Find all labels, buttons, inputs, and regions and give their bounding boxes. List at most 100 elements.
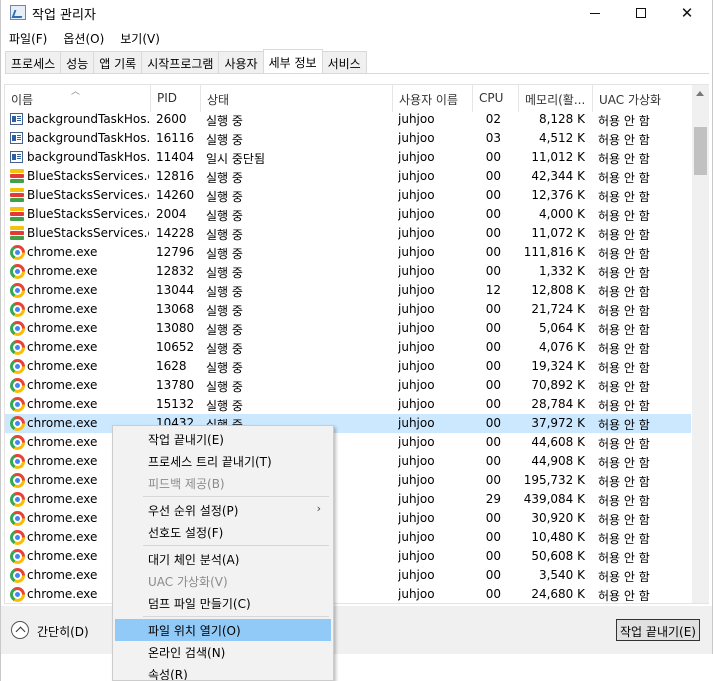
table-row[interactable]: chrome.exe 12796 실행 중 juhjoo 00 111,816 K 허용 안… [5, 243, 691, 262]
table-row[interactable]: backgroundTaskHos... 16116 실행 중 juhjoo 03 4,5… [5, 129, 691, 148]
table-row[interactable]: chrome.exe juhjoo 00 195,732 K 허용 안 함 [5, 471, 691, 490]
table-row[interactable]: chrome.exe juhjoo 00 10,480 K 허용 안 함 [5, 528, 691, 547]
context-menu-item-label: 작업 끝내기(E) [148, 433, 224, 447]
process-name: chrome.exe [27, 302, 98, 316]
table-row[interactable]: BlueStacksServices.e... 14260 실행 중 juhjoo 00… [5, 186, 691, 205]
end-task-button[interactable]: 작업 끝내기(E) [616, 619, 700, 641]
tab-performance[interactable]: 성능 [60, 51, 95, 73]
table-row[interactable]: chrome.exe 10652 실행 중 juhjoo 00 4,076 K 허용 안 함 [5, 338, 691, 357]
process-memory: 4,076 K [538, 340, 585, 354]
process-pid: 2600 [156, 112, 187, 126]
column-header-pid[interactable]: PID [151, 85, 201, 112]
menu-view[interactable]: 보기(V) [112, 28, 168, 48]
chrome-icon [10, 302, 25, 317]
title-bar[interactable]: 작업 관리자 ✕ [1, 0, 712, 26]
table-row[interactable]: BlueStacksServices.e... 12816 실행 중 juhjoo 00… [5, 167, 691, 186]
process-memory: 44,908 K [531, 454, 585, 468]
table-row[interactable]: chrome.exe 1628 실행 중 juhjoo 00 19,324 K 허용 안 함 [5, 357, 691, 376]
column-header-user[interactable]: 사용자 이름 [393, 85, 473, 112]
scroll-up-icon[interactable] [696, 91, 704, 96]
process-user: juhjoo [398, 340, 435, 354]
bluestacks-icon [10, 169, 24, 183]
column-header-memory[interactable]: 메모리(활... [519, 85, 593, 112]
chrome-icon [10, 435, 25, 450]
tab-details[interactable]: 세부 정보 [262, 49, 323, 73]
process-pid: 12832 [156, 264, 195, 278]
process-pid: 14228 [156, 226, 195, 240]
process-user: juhjoo [398, 188, 435, 202]
process-uac: 허용 안 함 [598, 228, 650, 242]
process-memory: 4,000 K [538, 207, 585, 221]
process-user: juhjoo [398, 492, 435, 506]
tab-startup[interactable]: 시작프로그램 [141, 51, 220, 73]
table-row[interactable]: chrome.exe 12832 실행 중 juhjoo 00 1,332 K 허용 안 함 [5, 262, 691, 281]
process-user: juhjoo [398, 150, 435, 164]
collapse-button[interactable]: 간단히(D) [37, 623, 89, 640]
table-row[interactable]: chrome.exe juhjoo 29 439,084 K 허용 안 함 [5, 490, 691, 509]
process-memory: 50,608 K [531, 549, 585, 563]
context-menu-item[interactable]: 덤프 파일 만들기(C) [115, 592, 331, 614]
table-row[interactable]: chrome.exe 13780 실행 중 juhjoo 00 70,892 K 허용 안 … [5, 376, 691, 395]
column-header-name[interactable]: ︿ 이름 [5, 85, 151, 112]
table-row[interactable]: chrome.exe juhjoo 00 44,908 K 허용 안 함 [5, 452, 691, 471]
menu-file[interactable]: 파일(F) [1, 28, 55, 48]
table-row[interactable]: chrome.exe juhjoo 00 30,920 K 허용 안 함 [5, 509, 691, 528]
column-header-status[interactable]: 상태 [201, 85, 393, 112]
tab-app-history[interactable]: 앱 기록 [93, 51, 143, 73]
table-row[interactable]: chrome.exe 13080 실행 중 juhjoo 00 5,064 K 허용 안 함 [5, 319, 691, 338]
context-menu-item[interactable]: 파일 위치 열기(O) [115, 619, 331, 641]
task-host-icon [10, 113, 23, 125]
minimize-button[interactable] [572, 0, 618, 26]
context-menu-item[interactable]: 우선 순위 설정(P) › [115, 499, 331, 521]
context-menu-item[interactable]: 작업 끝내기(E) [115, 428, 331, 450]
vertical-scrollbar[interactable] [692, 85, 709, 603]
context-menu-item: UAC 가상화(V) [115, 570, 331, 592]
menu-options[interactable]: 옵션(O) [55, 28, 112, 48]
table-row[interactable]: chrome.exe 15132 실행 중 juhjoo 00 28,784 K 허용 안 … [5, 395, 691, 414]
table-row[interactable]: chrome.exe juhjoo 00 3,540 K 허용 안 함 [5, 566, 691, 585]
process-cpu: 00 [485, 340, 501, 354]
process-memory: 4,512 K [538, 131, 585, 145]
context-menu-item[interactable]: 선호도 설정(F) [115, 521, 331, 543]
close-button[interactable]: ✕ [664, 0, 710, 26]
column-header-cpu[interactable]: CPU [473, 85, 519, 112]
process-cpu: 29 [485, 492, 501, 506]
table-row[interactable]: backgroundTaskHos... 11404 일시 중단됨 juhjoo 00 1… [5, 148, 691, 167]
tab-processes[interactable]: 프로세스 [5, 51, 62, 73]
maximize-button[interactable] [618, 0, 664, 26]
table-row[interactable]: chrome.exe juhjoo 00 44,608 K 허용 안 함 [5, 433, 691, 452]
process-memory: 12,376 K [531, 188, 585, 202]
tab-services[interactable]: 서비스 [321, 51, 367, 73]
context-menu-item[interactable]: 온라인 검색(N) [115, 641, 331, 663]
collapse-chevron-icon[interactable] [11, 621, 29, 639]
scrollbar-thumb[interactable] [694, 127, 707, 175]
table-row[interactable]: BlueStacksServices.e... 14228 실행 중 juhjoo 00… [5, 224, 691, 243]
process-uac: 허용 안 함 [598, 513, 650, 527]
process-name: chrome.exe [27, 283, 98, 297]
table-row[interactable]: chrome.exe10432실행 중juhjoo0037,972 K허용 안 … [5, 414, 691, 433]
process-cpu: 00 [485, 397, 501, 411]
table-row[interactable]: chrome.exe 13044 실행 중 juhjoo 12 12,808 K 허용 안 … [5, 281, 691, 300]
table-row[interactable]: backgroundTaskHos... 2600 실행 중 juhjoo 02 8,12… [5, 110, 691, 129]
process-status: 실행 중 [206, 323, 243, 337]
context-menu-item[interactable]: 프로세스 트리 끝내기(T) [115, 450, 331, 472]
table-row[interactable]: chrome.exe 13068 실행 중 juhjoo 00 21,724 K 허용 안 … [5, 300, 691, 319]
process-cpu: 00 [485, 321, 501, 335]
process-pid: 10652 [156, 340, 195, 354]
table-row[interactable]: BlueStacksServices.e... 2004 실행 중 juhjoo 00 4… [5, 205, 691, 224]
column-header-uac[interactable]: UAC 가상화 [593, 85, 691, 112]
process-cpu: 00 [485, 245, 501, 259]
process-memory: 11,012 K [531, 150, 585, 164]
table-row[interactable]: chrome.exe juhjoo 00 50,608 K 허용 안 함 [5, 547, 691, 566]
table-row[interactable]: chrome.exe juhjoo 00 24,680 K 허용 안 함 [5, 585, 691, 604]
process-memory: 30,920 K [531, 511, 585, 525]
process-memory: 11,072 K [531, 226, 585, 240]
details-table: ︿ 이름 PID 상태 사용자 이름 CPU 메모리(활... UAC 가상화 … [4, 84, 709, 604]
process-memory: 5,064 K [538, 321, 585, 335]
process-pid: 2004 [156, 207, 187, 221]
process-status: 실행 중 [206, 114, 243, 128]
tab-users[interactable]: 사용자 [218, 51, 264, 73]
context-menu-item[interactable]: 대기 체인 분석(A) [115, 548, 331, 570]
context-menu-item[interactable]: 속성(R) [115, 663, 331, 680]
process-cpu: 00 [485, 169, 501, 183]
